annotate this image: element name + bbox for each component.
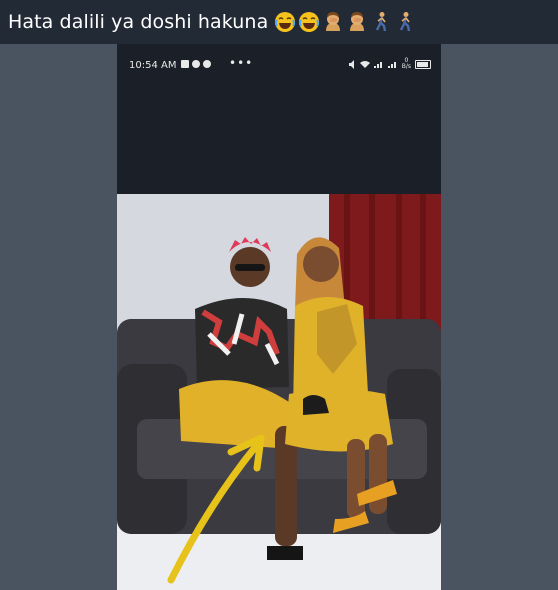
face-with-tears-of-joy-icon: [274, 11, 296, 33]
post-caption-text: Hata dalili ya doshi hakuna: [8, 11, 269, 33]
shared-photo: [117, 194, 441, 590]
background-panel-right: [441, 44, 558, 590]
notification-icons: [181, 60, 211, 68]
network-speed: 0 B/s: [402, 58, 411, 70]
phone-status-bar: 10:54 AM ••• 0 B/s: [117, 44, 441, 88]
wifi-icon: [359, 61, 370, 68]
signal-icon-2: [387, 62, 396, 68]
messenger-icon: [192, 60, 200, 68]
network-speed-unit: B/s: [401, 63, 411, 70]
man-walking-icon: [394, 11, 416, 33]
more-notifications-icon: •••: [229, 56, 254, 70]
woman-facepalming-icon: [322, 11, 344, 33]
woman-facepalming-icon: [346, 11, 368, 33]
gallery-icon: [181, 60, 189, 68]
phone-screenshot: 10:54 AM ••• 0 B/s: [117, 44, 441, 590]
battery-icon: [415, 59, 431, 69]
signal-icon-1: [373, 62, 382, 68]
post-caption-bar: Hata dalili ya doshi hakuna: [0, 0, 558, 44]
shield-icon: [203, 60, 211, 68]
caption-emoji-group: [274, 11, 416, 33]
mute-icon: [348, 59, 354, 69]
background-panel-left: [0, 44, 117, 590]
couple-photo: [117, 194, 441, 590]
face-with-tears-of-joy-icon: [298, 11, 320, 33]
system-status-icons: 0 B/s: [348, 58, 431, 70]
man-sandal: [267, 546, 303, 560]
man-walking-icon: [370, 11, 392, 33]
status-time: 10:54 AM: [129, 60, 177, 71]
